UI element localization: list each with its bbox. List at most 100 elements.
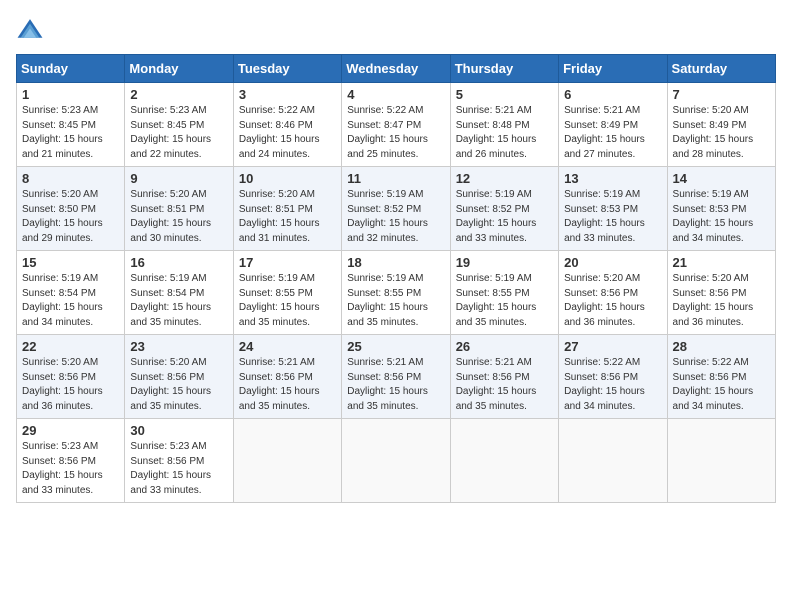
day-info: Sunrise: 5:23 AM Sunset: 8:56 PM Dayligh…: [22, 440, 119, 498]
day-info: Sunrise: 5:22 AM Sunset: 8:56 PM Dayligh…: [564, 356, 661, 414]
day-number: 8: [22, 171, 119, 186]
calendar-week-3: 15 Sunrise: 5:19 AM Sunset: 8:54 PM Dayl…: [17, 251, 776, 335]
calendar-cell: 22 Sunrise: 5:20 AM Sunset: 8:56 PM Dayl…: [17, 335, 125, 419]
day-number: 16: [130, 255, 227, 270]
calendar-cell: 1 Sunrise: 5:23 AM Sunset: 8:45 PM Dayli…: [17, 83, 125, 167]
day-number: 9: [130, 171, 227, 186]
calendar-cell: 28 Sunrise: 5:22 AM Sunset: 8:56 PM Dayl…: [667, 335, 775, 419]
calendar-cell: 18 Sunrise: 5:19 AM Sunset: 8:55 PM Dayl…: [342, 251, 450, 335]
calendar-cell: 11 Sunrise: 5:19 AM Sunset: 8:52 PM Dayl…: [342, 167, 450, 251]
header-day-friday: Friday: [559, 55, 667, 83]
day-info: Sunrise: 5:23 AM Sunset: 8:45 PM Dayligh…: [22, 104, 119, 162]
day-number: 23: [130, 339, 227, 354]
day-info: Sunrise: 5:20 AM Sunset: 8:51 PM Dayligh…: [130, 188, 227, 246]
day-info: Sunrise: 5:21 AM Sunset: 8:56 PM Dayligh…: [239, 356, 336, 414]
calendar-cell: [559, 419, 667, 503]
calendar-cell: 12 Sunrise: 5:19 AM Sunset: 8:52 PM Dayl…: [450, 167, 558, 251]
calendar-header: SundayMondayTuesdayWednesdayThursdayFrid…: [17, 55, 776, 83]
calendar-cell: 26 Sunrise: 5:21 AM Sunset: 8:56 PM Dayl…: [450, 335, 558, 419]
day-info: Sunrise: 5:20 AM Sunset: 8:56 PM Dayligh…: [673, 272, 770, 330]
day-info: Sunrise: 5:21 AM Sunset: 8:56 PM Dayligh…: [456, 356, 553, 414]
day-number: 29: [22, 423, 119, 438]
day-number: 7: [673, 87, 770, 102]
day-info: Sunrise: 5:19 AM Sunset: 8:55 PM Dayligh…: [347, 272, 444, 330]
calendar-week-5: 29 Sunrise: 5:23 AM Sunset: 8:56 PM Dayl…: [17, 419, 776, 503]
logo: [16, 16, 48, 44]
day-info: Sunrise: 5:19 AM Sunset: 8:52 PM Dayligh…: [456, 188, 553, 246]
logo-icon: [16, 16, 44, 44]
calendar-cell: [233, 419, 341, 503]
calendar-week-1: 1 Sunrise: 5:23 AM Sunset: 8:45 PM Dayli…: [17, 83, 776, 167]
day-number: 19: [456, 255, 553, 270]
header-day-wednesday: Wednesday: [342, 55, 450, 83]
calendar-cell: 3 Sunrise: 5:22 AM Sunset: 8:46 PM Dayli…: [233, 83, 341, 167]
calendar-cell: 5 Sunrise: 5:21 AM Sunset: 8:48 PM Dayli…: [450, 83, 558, 167]
calendar-cell: 14 Sunrise: 5:19 AM Sunset: 8:53 PM Dayl…: [667, 167, 775, 251]
calendar-cell: [667, 419, 775, 503]
day-number: 24: [239, 339, 336, 354]
header-day-tuesday: Tuesday: [233, 55, 341, 83]
day-number: 4: [347, 87, 444, 102]
calendar-cell: 15 Sunrise: 5:19 AM Sunset: 8:54 PM Dayl…: [17, 251, 125, 335]
day-number: 27: [564, 339, 661, 354]
day-number: 12: [456, 171, 553, 186]
day-number: 13: [564, 171, 661, 186]
calendar-cell: 30 Sunrise: 5:23 AM Sunset: 8:56 PM Dayl…: [125, 419, 233, 503]
day-number: 17: [239, 255, 336, 270]
day-number: 6: [564, 87, 661, 102]
header-row: SundayMondayTuesdayWednesdayThursdayFrid…: [17, 55, 776, 83]
calendar-cell: 10 Sunrise: 5:20 AM Sunset: 8:51 PM Dayl…: [233, 167, 341, 251]
day-number: 11: [347, 171, 444, 186]
day-info: Sunrise: 5:22 AM Sunset: 8:46 PM Dayligh…: [239, 104, 336, 162]
day-info: Sunrise: 5:19 AM Sunset: 8:52 PM Dayligh…: [347, 188, 444, 246]
day-info: Sunrise: 5:21 AM Sunset: 8:48 PM Dayligh…: [456, 104, 553, 162]
day-info: Sunrise: 5:21 AM Sunset: 8:56 PM Dayligh…: [347, 356, 444, 414]
day-info: Sunrise: 5:20 AM Sunset: 8:49 PM Dayligh…: [673, 104, 770, 162]
header-day-monday: Monday: [125, 55, 233, 83]
day-info: Sunrise: 5:19 AM Sunset: 8:54 PM Dayligh…: [22, 272, 119, 330]
day-info: Sunrise: 5:19 AM Sunset: 8:55 PM Dayligh…: [456, 272, 553, 330]
calendar-cell: 8 Sunrise: 5:20 AM Sunset: 8:50 PM Dayli…: [17, 167, 125, 251]
day-info: Sunrise: 5:19 AM Sunset: 8:53 PM Dayligh…: [564, 188, 661, 246]
day-number: 28: [673, 339, 770, 354]
calendar-cell: 25 Sunrise: 5:21 AM Sunset: 8:56 PM Dayl…: [342, 335, 450, 419]
day-number: 14: [673, 171, 770, 186]
calendar-cell: 16 Sunrise: 5:19 AM Sunset: 8:54 PM Dayl…: [125, 251, 233, 335]
day-number: 5: [456, 87, 553, 102]
calendar-cell: 27 Sunrise: 5:22 AM Sunset: 8:56 PM Dayl…: [559, 335, 667, 419]
page-header: [16, 16, 776, 44]
calendar-cell: 9 Sunrise: 5:20 AM Sunset: 8:51 PM Dayli…: [125, 167, 233, 251]
calendar-cell: 17 Sunrise: 5:19 AM Sunset: 8:55 PM Dayl…: [233, 251, 341, 335]
header-day-sunday: Sunday: [17, 55, 125, 83]
calendar-table: SundayMondayTuesdayWednesdayThursdayFrid…: [16, 54, 776, 503]
calendar-cell: 23 Sunrise: 5:20 AM Sunset: 8:56 PM Dayl…: [125, 335, 233, 419]
header-day-saturday: Saturday: [667, 55, 775, 83]
calendar-cell: 19 Sunrise: 5:19 AM Sunset: 8:55 PM Dayl…: [450, 251, 558, 335]
calendar-week-4: 22 Sunrise: 5:20 AM Sunset: 8:56 PM Dayl…: [17, 335, 776, 419]
calendar-cell: 24 Sunrise: 5:21 AM Sunset: 8:56 PM Dayl…: [233, 335, 341, 419]
day-info: Sunrise: 5:22 AM Sunset: 8:47 PM Dayligh…: [347, 104, 444, 162]
calendar-cell: 4 Sunrise: 5:22 AM Sunset: 8:47 PM Dayli…: [342, 83, 450, 167]
day-number: 15: [22, 255, 119, 270]
calendar-body: 1 Sunrise: 5:23 AM Sunset: 8:45 PM Dayli…: [17, 83, 776, 503]
calendar-cell: 2 Sunrise: 5:23 AM Sunset: 8:45 PM Dayli…: [125, 83, 233, 167]
calendar-cell: [450, 419, 558, 503]
day-info: Sunrise: 5:23 AM Sunset: 8:56 PM Dayligh…: [130, 440, 227, 498]
calendar-cell: 20 Sunrise: 5:20 AM Sunset: 8:56 PM Dayl…: [559, 251, 667, 335]
day-number: 20: [564, 255, 661, 270]
day-info: Sunrise: 5:22 AM Sunset: 8:56 PM Dayligh…: [673, 356, 770, 414]
day-info: Sunrise: 5:20 AM Sunset: 8:56 PM Dayligh…: [22, 356, 119, 414]
calendar-week-2: 8 Sunrise: 5:20 AM Sunset: 8:50 PM Dayli…: [17, 167, 776, 251]
day-info: Sunrise: 5:19 AM Sunset: 8:53 PM Dayligh…: [673, 188, 770, 246]
day-number: 22: [22, 339, 119, 354]
day-info: Sunrise: 5:19 AM Sunset: 8:55 PM Dayligh…: [239, 272, 336, 330]
calendar-cell: 6 Sunrise: 5:21 AM Sunset: 8:49 PM Dayli…: [559, 83, 667, 167]
calendar-cell: 7 Sunrise: 5:20 AM Sunset: 8:49 PM Dayli…: [667, 83, 775, 167]
day-info: Sunrise: 5:23 AM Sunset: 8:45 PM Dayligh…: [130, 104, 227, 162]
day-number: 3: [239, 87, 336, 102]
day-info: Sunrise: 5:20 AM Sunset: 8:56 PM Dayligh…: [564, 272, 661, 330]
day-info: Sunrise: 5:21 AM Sunset: 8:49 PM Dayligh…: [564, 104, 661, 162]
day-number: 30: [130, 423, 227, 438]
day-number: 1: [22, 87, 119, 102]
day-number: 25: [347, 339, 444, 354]
